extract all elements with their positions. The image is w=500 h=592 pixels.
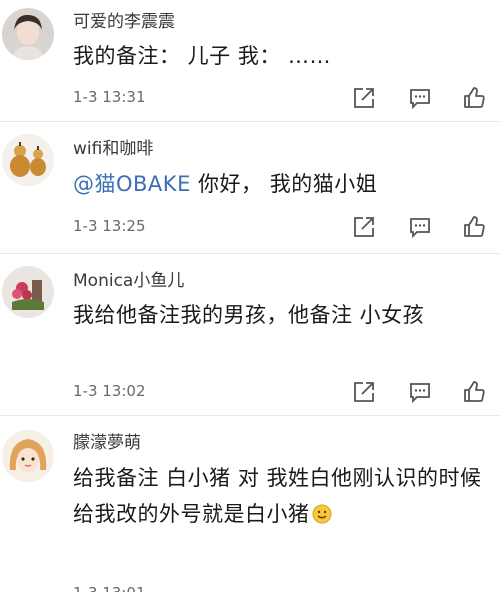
thumbs-up-icon — [464, 216, 485, 237]
thumbs-up-icon — [464, 381, 485, 402]
share-icon — [354, 88, 374, 108]
smile-emoji-icon — [312, 504, 331, 524]
share-icon — [354, 382, 374, 402]
comment-item: 可爱的李震震 我的备注： 儿子 我： …… 1-3 13:31 — [0, 0, 500, 122]
comment-text: @猫OBAKE 你好， 我的猫小姐 — [73, 166, 488, 202]
comment-text-content: 我给他备注我的男孩，他备注 小女孩 — [73, 303, 425, 327]
comment-icon — [410, 218, 430, 239]
like-button[interactable] — [462, 215, 486, 239]
comment-text: 我的备注： 儿子 我： …… — [73, 38, 488, 74]
comment-icon — [410, 89, 430, 110]
share-button[interactable] — [352, 86, 376, 110]
avatar[interactable] — [2, 8, 54, 60]
username[interactable]: 朦濛夢萌 — [73, 428, 141, 453]
avatar[interactable] — [2, 430, 54, 482]
avatar[interactable] — [2, 266, 54, 318]
comment-item: Monica小鱼儿 我给他备注我的男孩，他备注 小女孩 1-3 13:02 — [0, 254, 500, 416]
like-button[interactable] — [462, 380, 486, 404]
thumbs-up-icon — [464, 87, 485, 108]
mention-link[interactable]: @猫OBAKE — [73, 172, 191, 196]
user-avatar-icon — [2, 8, 54, 60]
cartoon-girl-avatar-icon — [2, 430, 54, 482]
like-button[interactable] — [462, 86, 486, 110]
timestamp: 1-3 13:31 — [73, 88, 146, 106]
comment-text-content: 给我备注 白小猪 对 我姓白他刚认识的时候给我改的外号就是白小猪 — [73, 466, 482, 526]
comment-button[interactable] — [408, 86, 432, 110]
username[interactable]: 可爱的李震震 — [73, 7, 175, 32]
username[interactable]: wifi和咖啡 — [73, 134, 153, 159]
share-button[interactable] — [352, 215, 376, 239]
share-icon — [354, 217, 374, 237]
comment-text: 我给他备注我的男孩，他备注 小女孩 — [73, 297, 488, 333]
comment-item: wifi和咖啡 @猫OBAKE 你好， 我的猫小姐 1-3 13:25 — [0, 122, 500, 254]
username[interactable]: Monica小鱼儿 — [73, 266, 184, 291]
gourd-avatar-icon — [2, 134, 54, 186]
comment-text: 给我备注 白小猪 对 我姓白他刚认识的时候给我改的外号就是白小猪 — [73, 460, 488, 532]
comment-button[interactable] — [408, 380, 432, 404]
timestamp: 1-3 13:02 — [73, 382, 146, 400]
comment-text-content: 我的备注： 儿子 我： …… — [73, 44, 332, 68]
share-button[interactable] — [352, 380, 376, 404]
timestamp: 1-3 13:25 — [73, 217, 146, 235]
comment-text-content: 你好， 我的猫小姐 — [190, 172, 378, 196]
comment-item: 朦濛夢萌 给我备注 白小猪 对 我姓白他刚认识的时候给我改的外号就是白小猪 1-… — [0, 416, 500, 592]
avatar[interactable] — [2, 134, 54, 186]
timestamp: 1-3 13:01 — [73, 584, 146, 592]
comment-button[interactable] — [408, 215, 432, 239]
comment-icon — [410, 383, 430, 404]
flower-avatar-icon — [2, 266, 54, 318]
